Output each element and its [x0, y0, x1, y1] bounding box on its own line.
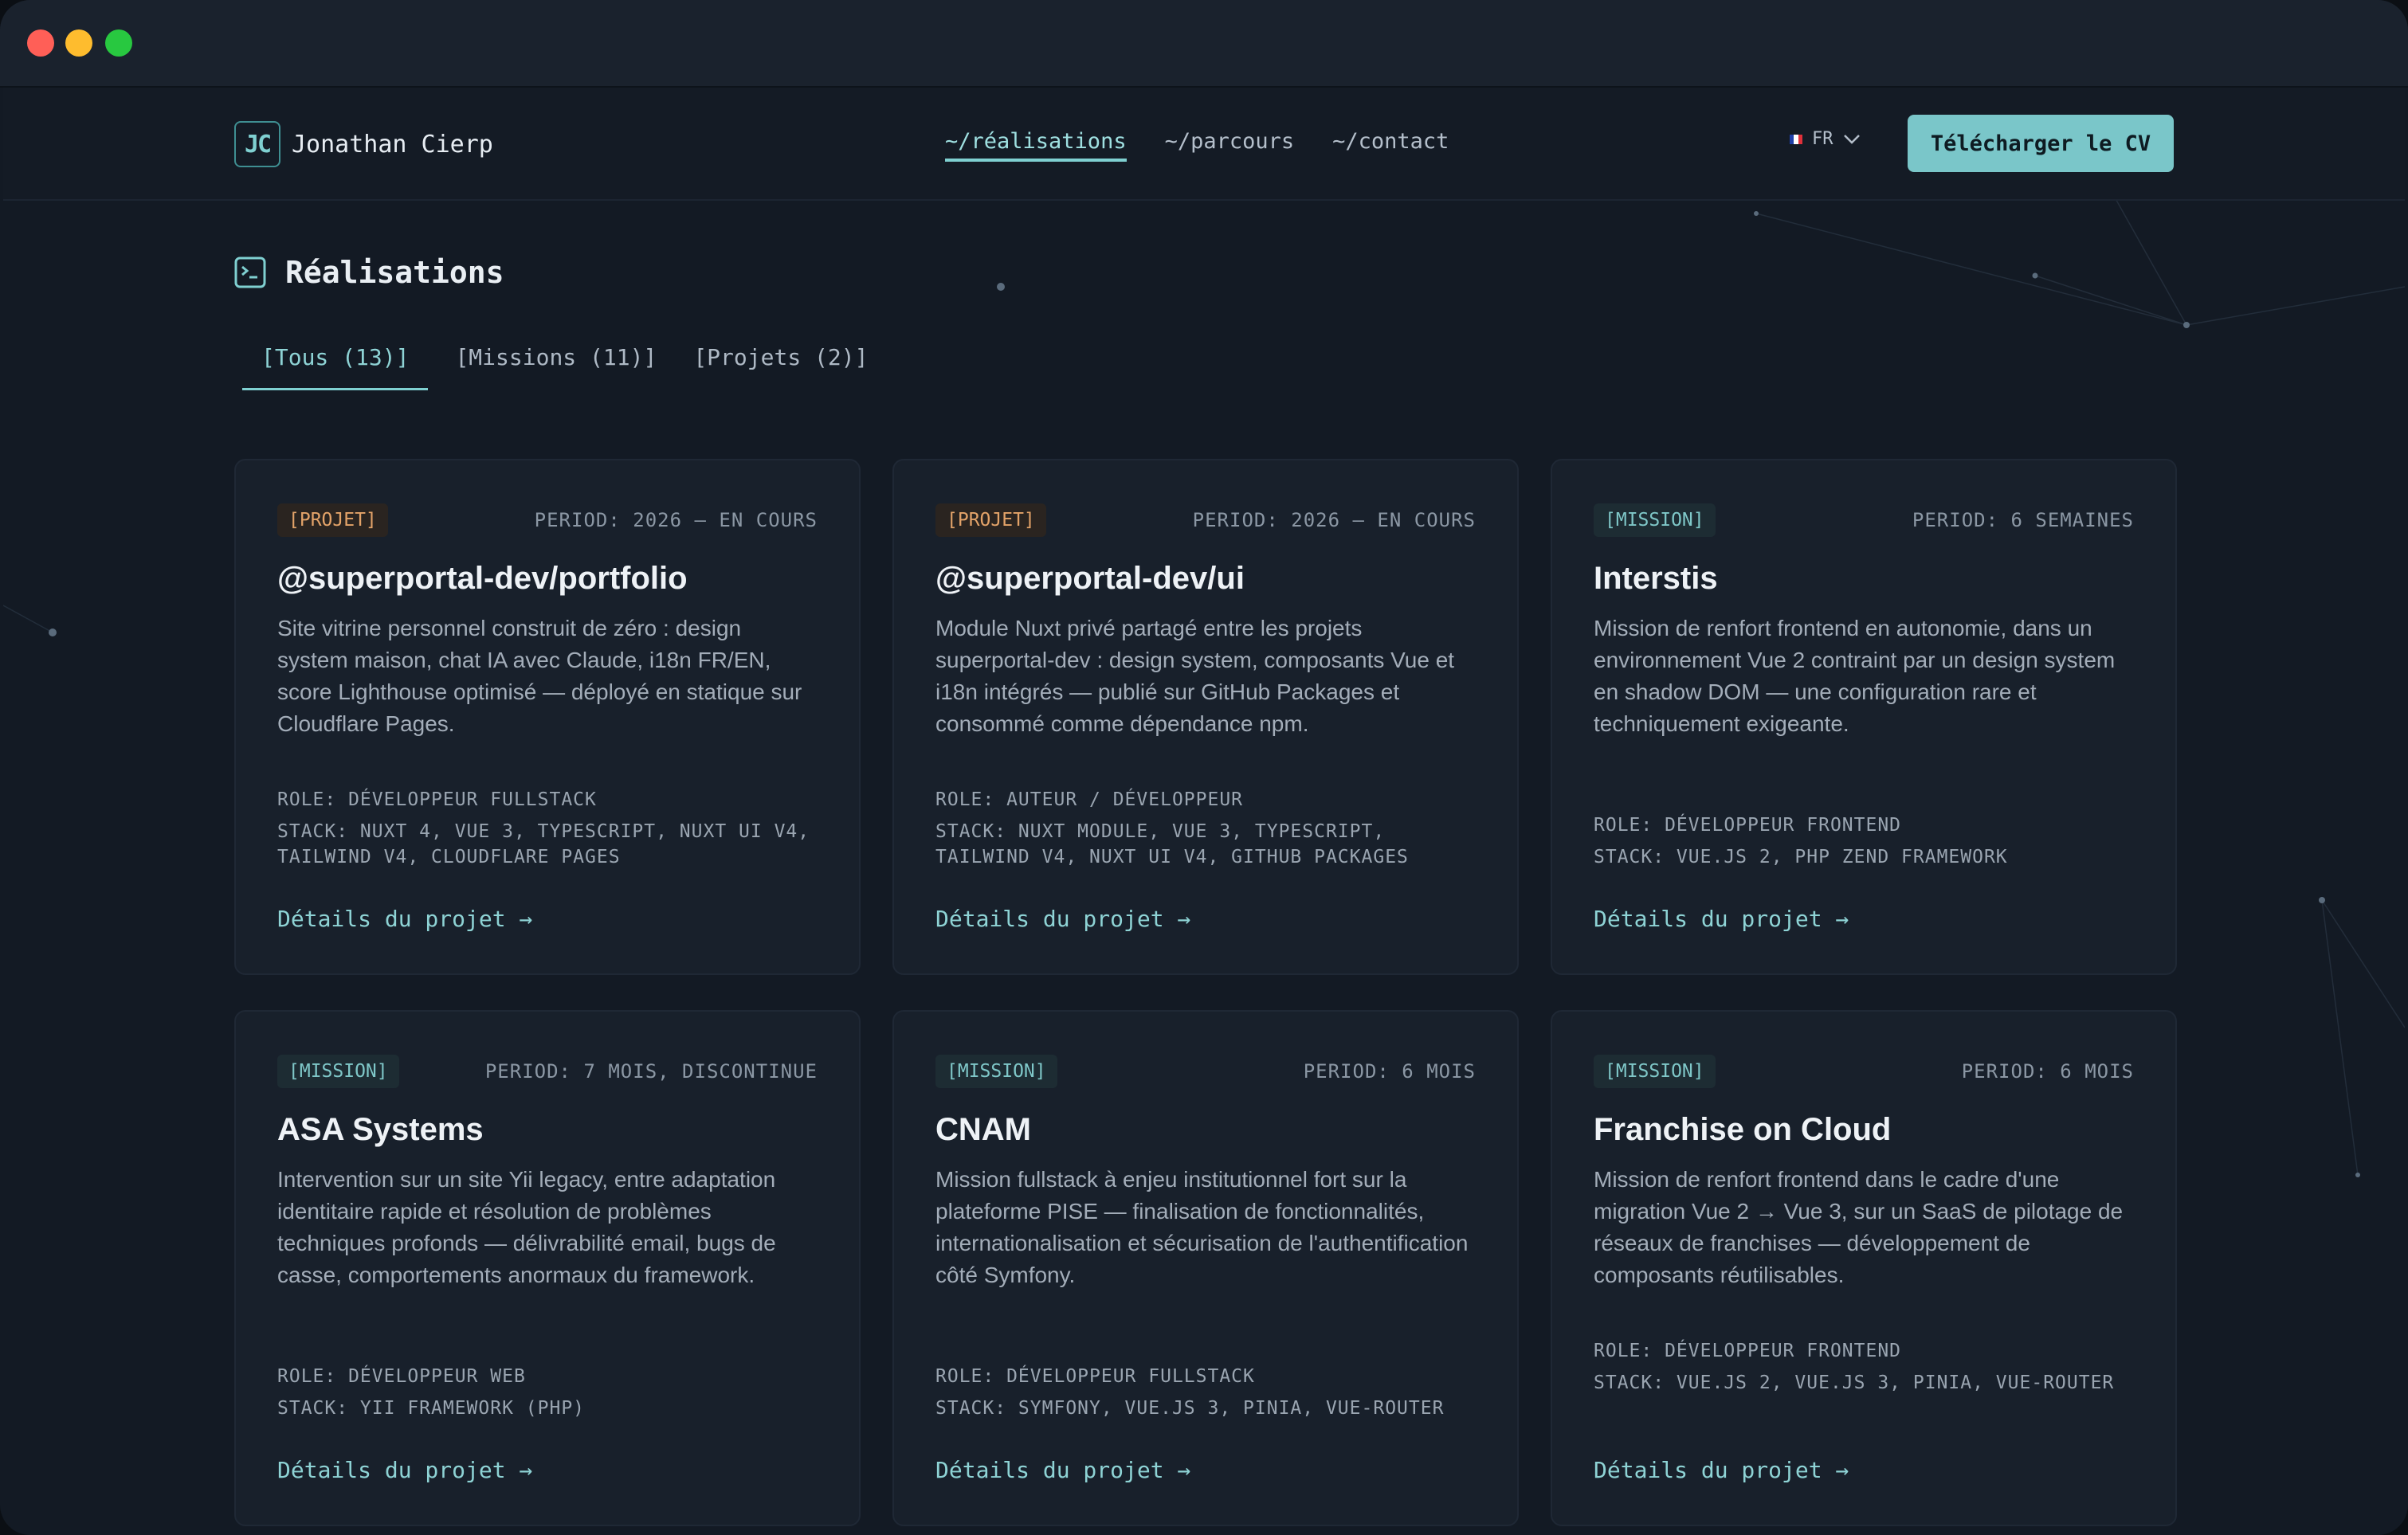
- projects-grid: [PROJET] PERIOD: 2026 — EN COURS @superp…: [234, 459, 2177, 1526]
- period-label: PERIOD: 6 MOIS: [1303, 1060, 1476, 1083]
- role-label: ROLE: AUTEUR / DÉVELOPPEUR: [935, 789, 1244, 810]
- period-label: PERIOD: 2026 — EN COURS: [534, 509, 818, 531]
- card-title: Interstis: [1594, 561, 1718, 596]
- details-link[interactable]: Détails du projet →: [277, 1457, 532, 1483]
- period-label: PERIOD: 6 MOIS: [1961, 1060, 2134, 1083]
- card-description: Mission de renfort frontend dans le cadr…: [1594, 1167, 2124, 1287]
- tab-all[interactable]: [Tous (13)]: [242, 344, 429, 390]
- card-description: Mission fullstack à enjeu institutionnel…: [935, 1167, 1469, 1287]
- details-link[interactable]: Détails du projet →: [1594, 1457, 1849, 1483]
- type-badge: [PROJET]: [935, 503, 1046, 537]
- stack-label: STACK: VUE.JS 2, VUE.JS 3, PINIA, VUE-RO…: [1594, 1372, 2115, 1393]
- tab-missions[interactable]: [Missions (11)]: [445, 344, 666, 390]
- role-label: ROLE: DÉVELOPPEUR FRONTEND: [1594, 1341, 1902, 1361]
- stack-label: STACK: YII FRAMEWORK (PHP): [277, 1398, 586, 1419]
- terminal-icon: [234, 256, 266, 288]
- type-badge: [MISSION]: [1594, 503, 1716, 537]
- section-header: Réalisations: [234, 255, 504, 290]
- language-selector[interactable]: FR: [1790, 129, 1861, 149]
- close-window-button[interactable]: [27, 29, 54, 57]
- mission-card[interactable]: [MISSION] PERIOD: 6 SEMAINES Interstis M…: [1551, 459, 2177, 975]
- period-label: PERIOD: 2026 — EN COURS: [1192, 509, 1476, 531]
- stack-label: STACK: SYMFONY, VUE.JS 3, PINIA, VUE-ROU…: [935, 1398, 1445, 1419]
- project-card[interactable]: [PROJET] PERIOD: 2026 — EN COURS @superp…: [234, 459, 861, 975]
- type-badge: [PROJET]: [277, 503, 388, 537]
- maximize-window-button[interactable]: [105, 29, 132, 57]
- card-description: Module Nuxt privé partagé entre les proj…: [935, 616, 1455, 736]
- minimize-window-button[interactable]: [65, 29, 92, 57]
- filter-tabs: [Tous (13)] [Missions (11)] [Projets (2)…: [242, 344, 895, 390]
- page-content: JC Jonathan Cierp ~/réalisations ~/parco…: [3, 88, 2405, 1535]
- logo-icon: JC: [234, 121, 280, 167]
- brand-home-link[interactable]: JC Jonathan Cierp: [234, 121, 493, 167]
- card-meta: ROLE: AUTEUR / DÉVELOPPEUR STACK: NUXT M…: [935, 787, 1476, 870]
- chevron-down-icon: [1843, 134, 1860, 144]
- window-titlebar: [0, 0, 2408, 88]
- details-link[interactable]: Détails du projet →: [935, 906, 1190, 932]
- period-label: PERIOD: 6 SEMAINES: [1912, 509, 2134, 531]
- card-title: CNAM: [935, 1112, 1031, 1147]
- type-badge: [MISSION]: [277, 1055, 399, 1088]
- nav-link-realisations[interactable]: ~/réalisations: [945, 129, 1127, 162]
- card-meta: ROLE: DÉVELOPPEUR FRONTEND STACK: VUE.JS…: [1594, 813, 2134, 870]
- top-navigation-bar: JC Jonathan Cierp ~/réalisations ~/parco…: [3, 88, 2405, 201]
- card-description: Site vitrine personnel construit de zéro…: [277, 616, 802, 736]
- role-label: ROLE: DÉVELOPPEUR FRONTEND: [1594, 815, 1902, 836]
- stack-label: STACK: NUXT MODULE, VUE 3, TYPESCRIPT, T…: [935, 821, 1409, 867]
- mission-card[interactable]: [MISSION] PERIOD: 6 MOIS Franchise on Cl…: [1551, 1010, 2177, 1526]
- role-label: ROLE: DÉVELOPPEUR FULLSTACK: [935, 1366, 1255, 1387]
- card-description: Mission de renfort frontend en autonomie…: [1594, 616, 2116, 736]
- mission-card[interactable]: [MISSION] PERIOD: 6 MOIS CNAM Mission fu…: [892, 1010, 1519, 1526]
- card-meta: ROLE: DÉVELOPPEUR FULLSTACK STACK: SYMFO…: [935, 1364, 1476, 1421]
- french-flag-icon: [1790, 134, 1802, 144]
- brand-name: Jonathan Cierp: [292, 130, 493, 159]
- page-title: Réalisations: [285, 255, 504, 290]
- browser-window: JC Jonathan Cierp ~/réalisations ~/parco…: [0, 0, 2408, 1535]
- card-meta: ROLE: DÉVELOPPEUR FRONTEND STACK: VUE.JS…: [1594, 1338, 2134, 1396]
- details-link[interactable]: Détails du projet →: [277, 906, 532, 932]
- type-badge: [MISSION]: [1594, 1055, 1716, 1088]
- type-badge: [MISSION]: [935, 1055, 1057, 1088]
- card-description: Intervention sur un site Yii legacy, ent…: [277, 1167, 776, 1287]
- role-label: ROLE: DÉVELOPPEUR WEB: [277, 1366, 526, 1387]
- card-title: ASA Systems: [277, 1112, 484, 1147]
- nav-link-contact[interactable]: ~/contact: [1332, 129, 1449, 162]
- details-link[interactable]: Détails du projet →: [1594, 906, 1849, 932]
- project-card[interactable]: [PROJET] PERIOD: 2026 — EN COURS @superp…: [892, 459, 1519, 975]
- details-link[interactable]: Détails du projet →: [935, 1457, 1190, 1483]
- nav-link-parcours[interactable]: ~/parcours: [1165, 129, 1295, 162]
- card-title: @superportal-dev/portfolio: [277, 561, 688, 596]
- card-meta: ROLE: DÉVELOPPEUR FULLSTACK STACK: NUXT …: [277, 787, 818, 870]
- card-title: Franchise on Cloud: [1594, 1112, 1892, 1147]
- stack-label: STACK: NUXT 4, VUE 3, TYPESCRIPT, NUXT U…: [277, 821, 810, 867]
- period-label: PERIOD: 7 MOIS, DISCONTINUE: [484, 1060, 818, 1083]
- tab-projects[interactable]: [Projets (2)]: [684, 344, 877, 390]
- card-title: @superportal-dev/ui: [935, 561, 1245, 596]
- role-label: ROLE: DÉVELOPPEUR FULLSTACK: [277, 789, 597, 810]
- stack-label: STACK: VUE.JS 2, PHP ZEND FRAMEWORK: [1594, 847, 2008, 867]
- card-meta: ROLE: DÉVELOPPEUR WEB STACK: YII FRAMEWO…: [277, 1364, 818, 1421]
- language-code: FR: [1812, 129, 1833, 149]
- main-menu: ~/réalisations ~/parcours ~/contact: [945, 129, 1449, 162]
- mission-card[interactable]: [MISSION] PERIOD: 7 MOIS, DISCONTINUE AS…: [234, 1010, 861, 1526]
- download-cv-button[interactable]: Télécharger le CV: [1908, 115, 2174, 172]
